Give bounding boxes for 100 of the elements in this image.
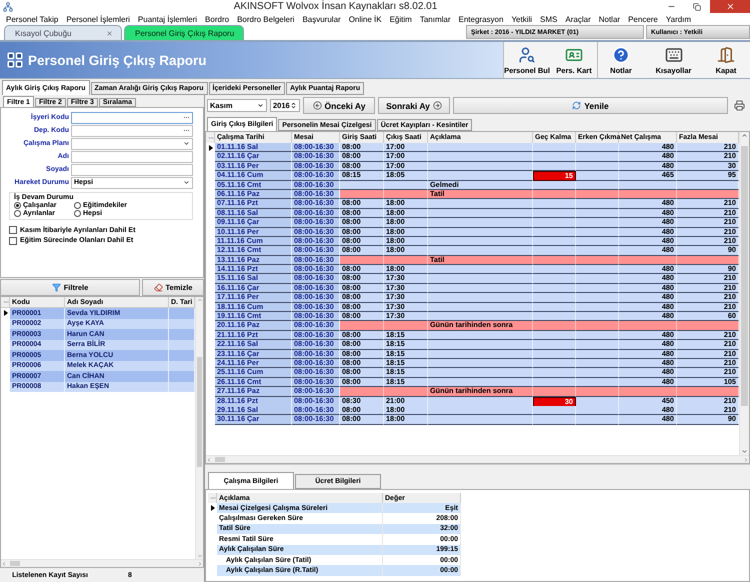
refresh-icon: [572, 101, 582, 110]
refresh-button[interactable]: Yenile: [453, 97, 728, 114]
arrow-right-icon: [432, 101, 442, 110]
scroll-left-icon[interactable]: [206, 456, 212, 462]
chevron-down-icon: [183, 179, 190, 186]
printer-icon[interactable]: [734, 100, 745, 111]
menu-item[interactable]: Pencere: [624, 14, 662, 24]
table-cell: [576, 368, 619, 378]
scroll-down-icon[interactable]: [741, 448, 748, 455]
scroll-thumb[interactable]: [215, 457, 225, 462]
table-cell: [576, 171, 619, 182]
radio-button[interactable]: [74, 202, 81, 209]
table-cell[interactable]: [169, 308, 195, 318]
document-tab[interactable]: Kısayol Çubuğu: [4, 25, 122, 40]
table-cell[interactable]: [169, 350, 195, 360]
table-cell: [384, 321, 428, 331]
menu-item[interactable]: Başvurular: [298, 14, 345, 24]
input-field[interactable]: [71, 150, 193, 163]
table-cell: [576, 218, 619, 228]
scroll-thumb[interactable]: [741, 146, 748, 406]
menu-item[interactable]: Entegrasyon: [454, 14, 508, 24]
funnel-icon: [52, 283, 61, 292]
menu-item[interactable]: Bordro: [201, 14, 234, 24]
menu-item[interactable]: Personel İşlemleri: [62, 14, 134, 24]
document-tab[interactable]: Personel Giriş Çıkış Raporu: [124, 25, 244, 40]
table-cell[interactable]: [169, 329, 195, 340]
table-cell: [533, 218, 576, 228]
horizontal-scrollbar[interactable]: [206, 455, 749, 463]
chevron-down-icon: [183, 140, 190, 148]
table-cell: [576, 293, 619, 303]
scroll-thumb[interactable]: [10, 561, 20, 566]
table-cell[interactable]: [169, 371, 195, 382]
table-cell: [619, 321, 677, 331]
table-cell: [576, 152, 619, 162]
scroll-thumb[interactable]: [197, 357, 202, 467]
menu-item[interactable]: Online İK: [344, 14, 386, 24]
menu-item[interactable]: Tanımlar: [416, 14, 455, 24]
menu-item[interactable]: Bordro Belgeleri: [233, 14, 298, 24]
menu-item[interactable]: Eğitim: [386, 14, 416, 24]
month-nav-button[interactable]: Önceki Ay: [303, 97, 375, 114]
dropdown-field[interactable]: [71, 138, 193, 150]
table-cell: [576, 246, 619, 256]
table-cell: [533, 387, 576, 397]
table-cell: [677, 321, 739, 331]
table-cell: [576, 340, 619, 350]
input-field[interactable]: [71, 124, 193, 137]
table-cell[interactable]: [169, 360, 195, 371]
scroll-left-icon[interactable]: [1, 560, 7, 566]
scroll-down-icon[interactable]: [196, 553, 202, 559]
table-cell: [340, 387, 384, 397]
vertical-scrollbar[interactable]: [739, 132, 749, 455]
eraser-icon: [154, 283, 163, 292]
table-cell: [533, 246, 576, 256]
close-icon: [726, 2, 734, 11]
table-cell: [533, 274, 576, 284]
restore-icon: [693, 2, 701, 10]
radio-button[interactable]: [14, 210, 21, 217]
menu-item[interactable]: Yetkili: [507, 14, 536, 24]
vertical-scrollbar[interactable]: [195, 297, 203, 559]
checkbox[interactable]: [9, 226, 17, 234]
page-title: Personel Giriş Çıkış Raporu: [28, 52, 207, 68]
table-cell: [576, 396, 619, 407]
window-title: AKINSOFT Wolvox İnsan Kaynakları s8.02.01: [232, 1, 438, 12]
scroll-right-icon[interactable]: [743, 456, 749, 462]
menu-item[interactable]: Araçlar: [561, 14, 595, 24]
table-cell: [533, 199, 576, 209]
input-field[interactable]: [71, 112, 193, 124]
menu-item[interactable]: Puantaj İşlemleri: [134, 14, 202, 24]
menu-item[interactable]: SMS: [536, 14, 562, 24]
table-cell[interactable]: [169, 340, 195, 350]
table-cell: [533, 340, 576, 350]
table-cell: [619, 387, 677, 397]
table-cell: [576, 387, 619, 397]
horizontal-scrollbar[interactable]: [1, 559, 203, 567]
table-cell: [533, 415, 576, 425]
table-cell: [576, 321, 619, 331]
table-cell: [533, 265, 576, 274]
close-icon[interactable]: [106, 30, 113, 36]
menu-item[interactable]: Yardım: [662, 14, 696, 24]
input-field[interactable]: [71, 164, 193, 176]
table-cell[interactable]: [169, 318, 195, 329]
month-nav-button[interactable]: Sonraki Ay: [378, 97, 450, 114]
scroll-up-icon[interactable]: [196, 297, 202, 303]
table-cell[interactable]: [169, 382, 195, 392]
table-cell: [576, 143, 619, 152]
table-cell: [576, 415, 619, 425]
scroll-up-icon[interactable]: [741, 132, 748, 139]
scroll-right-icon[interactable]: [197, 560, 203, 566]
checkbox[interactable]: [9, 236, 17, 245]
id-card-icon: [565, 46, 583, 64]
table-cell: [576, 274, 619, 284]
table-cell: [533, 312, 576, 322]
menu-item[interactable]: Notlar: [594, 14, 624, 24]
table-cell: [340, 321, 384, 331]
user-search-icon: [518, 46, 536, 64]
radio-button[interactable]: [14, 202, 21, 209]
table-cell: [576, 312, 619, 322]
menu-item[interactable]: Personel Takip: [2, 14, 62, 24]
radio-button[interactable]: [74, 210, 81, 217]
keyboard-icon: [664, 46, 682, 64]
